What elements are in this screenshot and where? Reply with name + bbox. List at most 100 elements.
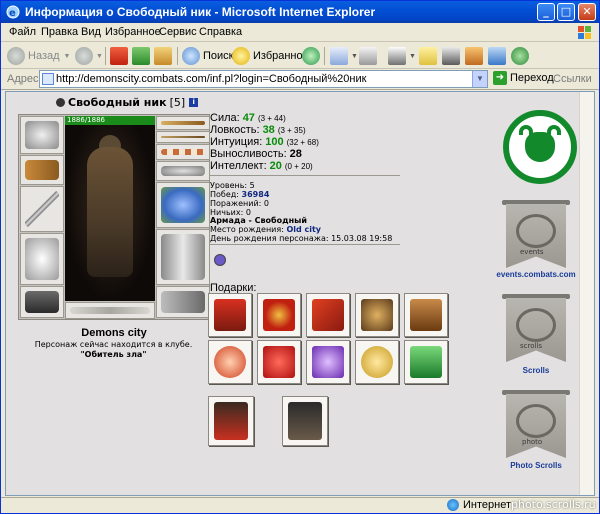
menu-favorites[interactable]: Избранное	[105, 26, 161, 38]
home-button[interactable]	[154, 46, 175, 66]
slot-leggings[interactable]	[156, 229, 210, 285]
forward-button[interactable]: ▼	[75, 46, 103, 66]
scrolls-link[interactable]: Scrolls	[486, 366, 586, 375]
gift-item[interactable]	[355, 293, 399, 337]
photo-banner[interactable]: photo	[506, 394, 566, 458]
forward-arrow-icon	[75, 47, 93, 65]
crystal-ball-icon	[214, 346, 246, 378]
gift-item[interactable]	[208, 340, 252, 384]
gift-item[interactable]	[257, 340, 301, 384]
gift-item[interactable]	[282, 396, 328, 446]
combats-logo[interactable]	[503, 110, 577, 184]
gift-item[interactable]	[404, 340, 448, 384]
birthplace-value: Old city	[286, 225, 322, 234]
ornament-icon	[70, 307, 150, 314]
maximize-button[interactable]: □	[557, 3, 575, 21]
photo-scrolls-link[interactable]: Photo Scrolls	[486, 461, 586, 470]
birthplace-line: Место рождения: Old city	[210, 225, 321, 234]
wins-line: Побед: 36984	[210, 190, 269, 199]
menu-help[interactable]: Справка	[199, 26, 242, 38]
slot-armor[interactable]	[20, 233, 64, 285]
slot-bracers[interactable]	[20, 155, 64, 185]
slot-belt[interactable]	[20, 286, 64, 318]
links-button[interactable]: Ссылки	[553, 73, 592, 85]
close-button[interactable]: ✕	[578, 3, 596, 21]
search-icon	[182, 47, 200, 65]
minimize-button[interactable]: _	[537, 3, 555, 21]
clan-line[interactable]: Армада - Свободный	[210, 216, 307, 225]
gift-item[interactable]	[306, 293, 350, 337]
mail-button[interactable]: ▼	[330, 46, 358, 66]
media-icon	[302, 47, 320, 65]
stat-label: Интуиция:	[210, 136, 263, 148]
slot-boots[interactable]	[156, 286, 210, 318]
menu-tools[interactable]: Сервис	[159, 26, 197, 38]
translate-icon	[488, 47, 506, 65]
rings-icon	[161, 149, 205, 155]
gift-item[interactable]	[208, 293, 252, 337]
gift-item[interactable]	[306, 340, 350, 384]
address-url: http://demonscity.combats.com/inf.pl?log…	[56, 73, 367, 85]
download-button[interactable]	[465, 46, 486, 66]
favorites-button[interactable]: Избранное	[232, 46, 309, 66]
stat-value: 100	[265, 136, 284, 148]
slot-earrings[interactable]	[156, 116, 210, 130]
media-button[interactable]	[302, 46, 323, 66]
poster-gift-icon	[214, 402, 248, 440]
address-bar: Адрес: http://demonscity.combats.com/inf…	[1, 69, 599, 90]
poster-gift-icon	[288, 402, 322, 440]
slot-amulet[interactable]	[156, 131, 210, 143]
refresh-button[interactable]	[132, 46, 153, 66]
translate-button[interactable]	[488, 46, 509, 66]
info-icon[interactable]: i	[189, 98, 199, 107]
menu-view[interactable]: Вид	[81, 26, 101, 38]
address-label: Адрес:	[7, 73, 42, 85]
menu-file[interactable]: Файл	[9, 26, 36, 38]
events-link[interactable]: events.combats.com	[486, 270, 586, 279]
slot-gloves[interactable]	[156, 161, 210, 181]
k-app-icon	[442, 47, 460, 65]
back-button[interactable]: Назад ▼	[7, 46, 70, 66]
folder-button[interactable]	[419, 46, 440, 66]
events-banner[interactable]: events	[506, 204, 566, 268]
clan-badge-icon[interactable]	[214, 254, 226, 266]
boots-icon	[161, 291, 205, 313]
amulet-icon	[161, 136, 205, 138]
toolbar: Назад ▼ ▼ Поиск Избранное ▼ ▼	[1, 43, 599, 69]
gift-item[interactable]	[355, 340, 399, 384]
k-button[interactable]	[442, 46, 463, 66]
messenger-icon	[511, 47, 529, 65]
slot-helmet[interactable]	[20, 116, 64, 154]
character-location: Персонаж сейчас находится в клубе.	[34, 340, 193, 349]
mail-icon	[330, 47, 348, 65]
character-name-text[interactable]: Свободный ник	[68, 96, 167, 109]
armor-icon	[25, 238, 59, 280]
home-icon	[154, 47, 172, 65]
slot-weapon[interactable]	[20, 186, 64, 232]
gift-bag-icon	[263, 346, 295, 378]
stat-label: Выносливость:	[210, 148, 287, 160]
chevron-down-icon: ▼	[351, 52, 358, 60]
vertical-scrollbar[interactable]	[579, 92, 594, 495]
print-button[interactable]	[359, 46, 380, 66]
slot-rings[interactable]	[156, 144, 210, 160]
gift-item[interactable]	[208, 396, 254, 446]
wins-label: Побед:	[210, 190, 239, 199]
bracers-icon	[25, 160, 59, 180]
scrolls-banner[interactable]: scrolls	[506, 298, 566, 362]
address-dropdown-button[interactable]: ▼	[472, 71, 487, 87]
edit-button[interactable]: ▼	[388, 46, 416, 66]
stop-button[interactable]	[110, 46, 131, 66]
status-bar: Интернет	[1, 497, 599, 513]
character-name: Свободный ник [5] i	[56, 96, 199, 109]
gift-item[interactable]	[404, 293, 448, 337]
stop-icon	[110, 47, 128, 65]
address-input[interactable]: http://demonscity.combats.com/inf.pl?log…	[39, 70, 488, 88]
messenger-button[interactable]	[511, 46, 532, 66]
search-button[interactable]: Поиск	[182, 46, 233, 66]
go-button[interactable]: ➜ Переход	[493, 71, 554, 85]
gift-item[interactable]	[257, 293, 301, 337]
slot-shield[interactable]	[156, 182, 210, 228]
menu-edit[interactable]: Правка	[41, 26, 78, 38]
stat-agility: Ловкость: 38 (3 + 35)	[210, 124, 306, 136]
